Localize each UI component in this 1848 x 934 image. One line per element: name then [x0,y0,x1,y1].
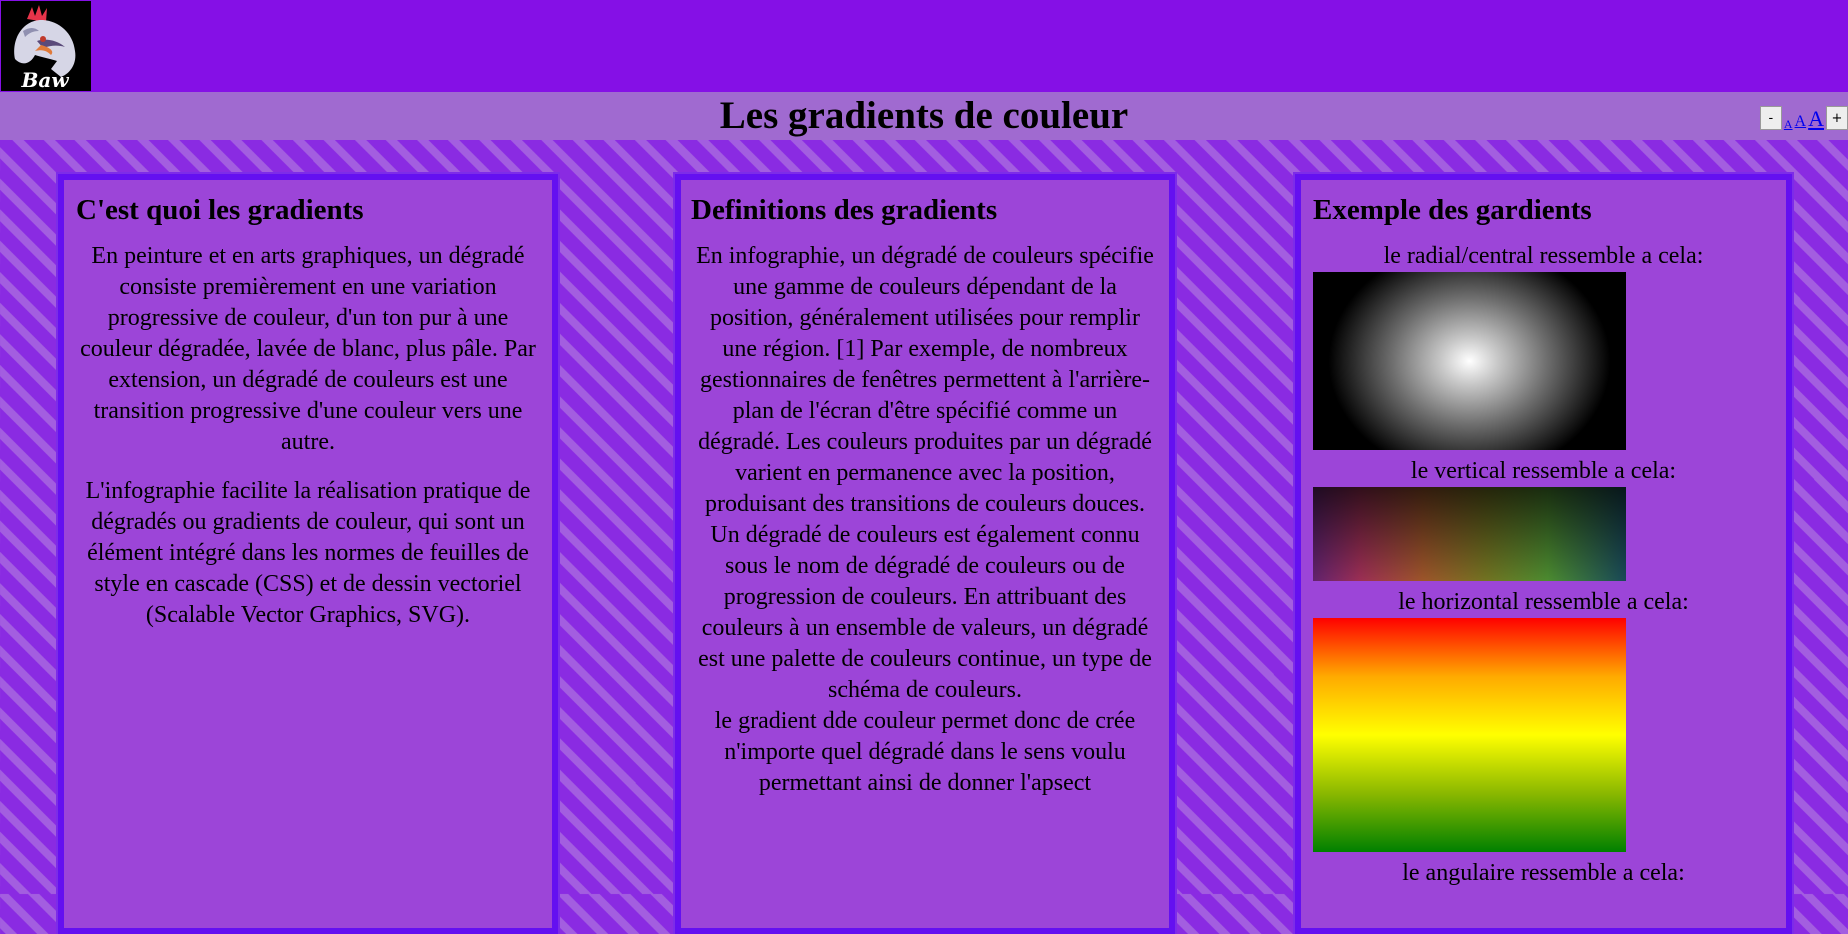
font-size-large-link[interactable]: A [1808,108,1824,130]
decrease-font-button[interactable]: - [1759,106,1782,130]
paragraph: En infographie, un dégradé de couleurs s… [696,243,1154,517]
top-banner: Baw [0,0,1848,92]
column-examples: Exemple des gardients le radial/central … [1293,172,1794,934]
paragraph: En peinture et en arts graphiques, un dé… [80,243,536,455]
font-size-small-link[interactable]: A [1784,118,1793,130]
increase-font-button[interactable]: + [1826,106,1848,130]
column-what-are-gradients: C'est quoi les gradients En peinture et … [56,172,560,934]
vertical-gradient-image [1313,487,1626,581]
title-bar: Les gradients de couleur - A A A + [0,92,1848,140]
horizontal-gradient-image [1313,618,1626,852]
eagle-logo-icon: Baw [1,1,91,92]
column-heading: C'est quoi les gradients [76,194,364,226]
column-definitions: Definitions des gradients En infographie… [673,172,1177,934]
paragraph: L'infographie facilite la réalisation pr… [85,478,531,628]
paragraph: le gradient dde couleur permet donc de c… [714,708,1136,796]
paragraph: Un dégradé de couleurs est également con… [698,522,1152,703]
radial-gradient-image [1313,272,1626,450]
svg-text:Baw: Baw [20,68,69,91]
radial-example-label: le radial/central ressemble a cela: [1383,243,1704,269]
font-size-medium-link[interactable]: A [1795,114,1807,130]
column-heading: Exemple des gardients [1313,194,1592,226]
font-size-controls: - A A A + [1759,102,1848,130]
angular-example-label: le angulaire ressemble a cela: [1402,860,1685,886]
logo[interactable]: Baw [1,1,91,92]
column-heading: Definitions des gradients [691,194,998,226]
vertical-example-label: le vertical ressemble a cela: [1410,458,1677,484]
page-title: Les gradients de couleur [719,94,1129,137]
horizontal-example-label: le horizontal ressemble a cela: [1398,589,1689,615]
